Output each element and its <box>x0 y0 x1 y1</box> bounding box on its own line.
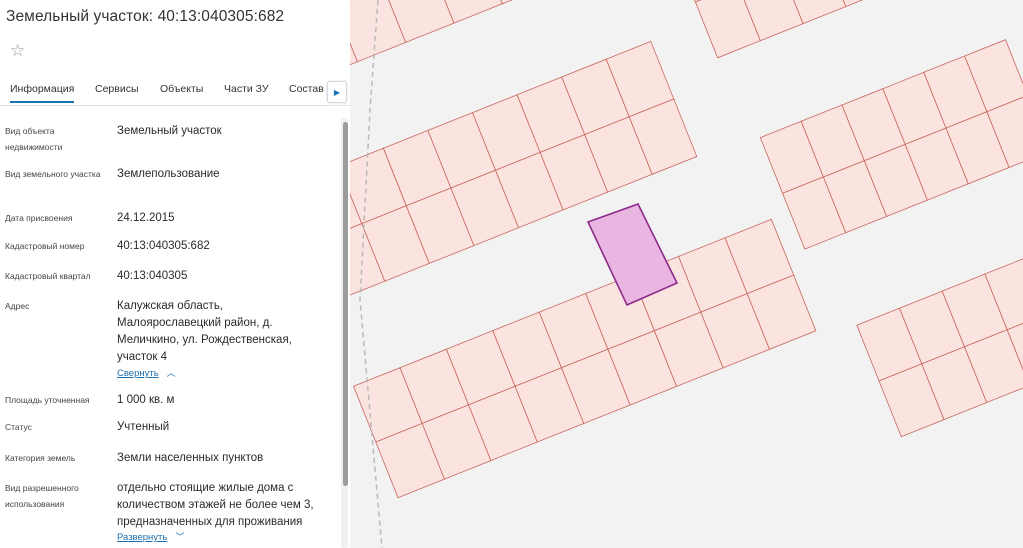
info-panel: Земельный участок: 40:13:040305:682 ☆ Ин… <box>0 0 350 548</box>
scrollbar-thumb[interactable] <box>343 122 348 486</box>
chevron-down-icon: ﹀ <box>175 532 185 542</box>
field-value: 24.12.2015 <box>117 212 175 224</box>
field-value: Землепользование <box>117 168 220 180</box>
tab-services[interactable]: Сервисы <box>95 83 139 95</box>
field-value: 40:13:040305:682 <box>117 240 210 252</box>
field-value: Калужская область, Малоярославецкий райо… <box>117 300 292 363</box>
field-label: Кадастровый квартал <box>5 271 91 281</box>
map-canvas[interactable] <box>350 0 1023 548</box>
field-value: Земельный участок <box>117 125 222 137</box>
field-label: Площадь уточненная <box>5 395 90 405</box>
field-value: Учтенный <box>117 421 170 433</box>
field-value: 40:13:040305 <box>117 270 188 282</box>
tab-composition[interactable]: Состав <box>289 83 325 95</box>
field-value: Земли населенных пунктов <box>117 452 264 464</box>
field-label: Статус <box>5 422 32 432</box>
field-value: отдельно стоящие жилые дома с количество… <box>117 482 314 528</box>
star-icon[interactable]: ☆ <box>10 42 25 59</box>
field-label: Адрес <box>5 301 30 311</box>
tab-information[interactable]: Информация <box>10 83 75 103</box>
collapse-link[interactable]: Свернуть ︿ <box>117 366 176 379</box>
collapse-label: Свернуть <box>117 368 159 379</box>
tab-objects[interactable]: Объекты <box>160 83 203 95</box>
page-title: Земельный участок: 40:13:040305:682 <box>6 8 285 25</box>
field-label: Вид разрешенного использования <box>5 483 79 509</box>
field-label: Кадастровый номер <box>5 241 85 251</box>
tab-bar: Информация Сервисы Объекты Части ЗУ Сост… <box>0 80 350 106</box>
field-label: Вид земельного участка <box>5 169 101 179</box>
field-value: 1 000 кв. м <box>117 394 175 406</box>
tab-parcel-parts[interactable]: Части ЗУ <box>224 83 269 95</box>
field-label: Категория земель <box>5 453 76 463</box>
field-label: Дата присвоения <box>5 213 73 223</box>
expand-link[interactable]: Развернуть ﹀ <box>117 530 184 543</box>
field-label: Вид объекта недвижимости <box>5 126 63 152</box>
chevron-right-icon[interactable]: ▶ <box>327 81 347 103</box>
cadastral-map[interactable] <box>350 0 1023 548</box>
expand-label: Развернуть <box>117 532 168 543</box>
chevron-up-icon: ︿ <box>166 368 176 378</box>
